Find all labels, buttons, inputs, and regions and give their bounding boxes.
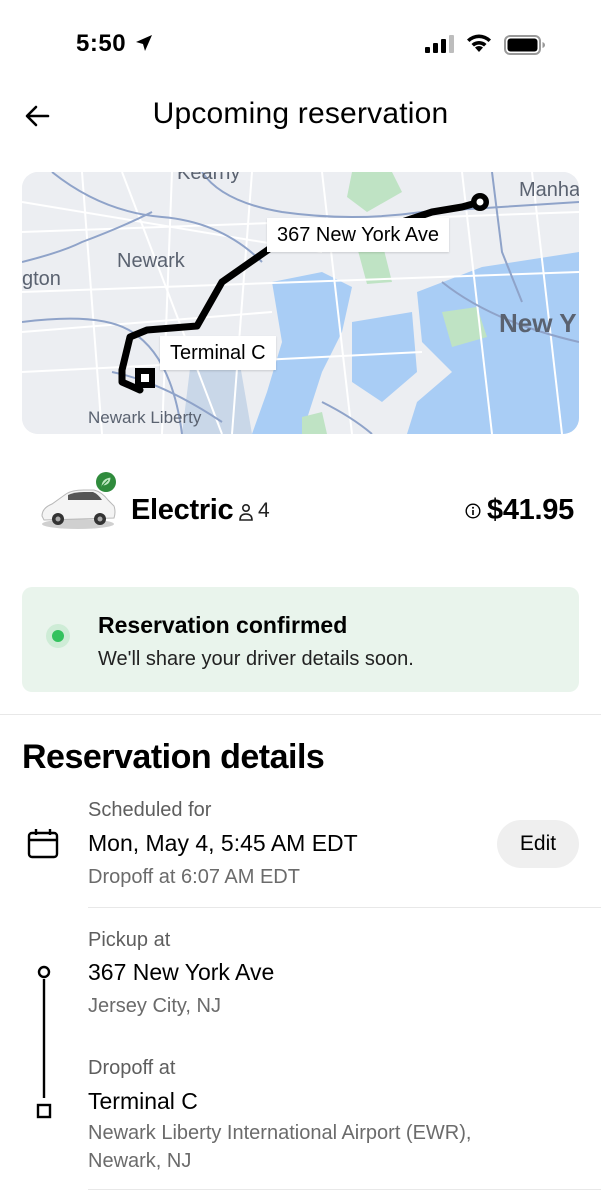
row-divider <box>88 907 601 908</box>
reservation-status-card: Reservation confirmed We'll share your d… <box>22 587 579 692</box>
battery-icon <box>504 35 545 55</box>
map-place-gton: gton <box>22 268 61 290</box>
pickup-city: Jersey City, NJ <box>88 995 221 1017</box>
schedule-label: Scheduled for <box>88 799 212 821</box>
dropoff-airport: Newark Liberty International Airport (EW… <box>88 1122 472 1144</box>
status-dot-icon <box>52 630 64 642</box>
page-title: Upcoming reservation <box>152 97 449 130</box>
schedule-value: Mon, May 4, 5:45 AM EDT <box>88 830 358 856</box>
row-divider <box>88 1189 601 1190</box>
ride-price: $41.95 <box>487 494 574 526</box>
route-timeline-icon <box>36 965 52 1119</box>
route-map[interactable]: Kearny Newark gton Manha New Y Newark Li… <box>22 172 579 434</box>
dropoff-address[interactable]: Terminal C <box>88 1088 198 1115</box>
status-time: 5:50 <box>76 30 127 57</box>
location-arrow-icon <box>136 35 152 51</box>
map-place-newark-liberty: Newark Liberty <box>88 408 202 427</box>
map-place-manhattan: Manha <box>519 179 579 201</box>
cellular-signal-icon <box>425 35 454 53</box>
wifi-icon <box>467 34 491 52</box>
section-divider <box>0 714 601 715</box>
dropoff-map-label: Terminal C <box>160 336 276 370</box>
confirmation-subtitle: We'll share your driver details soon. <box>98 648 414 670</box>
map-place-newark: Newark <box>117 250 185 272</box>
pickup-map-label: 367 New York Ave <box>267 218 449 252</box>
seat-count: 4 <box>258 499 270 522</box>
dropoff-city: Newark, NJ <box>88 1150 192 1172</box>
confirmation-title: Reservation confirmed <box>98 612 348 638</box>
map-place-kearny: Kearny <box>177 172 241 184</box>
pickup-label: Pickup at <box>88 929 171 951</box>
reservation-details-title: Reservation details <box>22 738 325 776</box>
calendar-icon <box>27 829 59 859</box>
pickup-address[interactable]: 367 New York Ave <box>88 959 274 986</box>
edit-schedule-button[interactable]: Edit <box>497 820 579 868</box>
dropoff-time: Dropoff at 6:07 AM EDT <box>88 866 300 888</box>
info-icon[interactable] <box>465 503 481 519</box>
ride-name: Electric <box>131 494 234 526</box>
leaf-icon <box>96 472 116 492</box>
person-icon <box>239 503 253 521</box>
dropoff-label: Dropoff at <box>88 1057 176 1079</box>
map-place-new-york: New Y <box>499 308 577 338</box>
map-background <box>22 172 579 434</box>
